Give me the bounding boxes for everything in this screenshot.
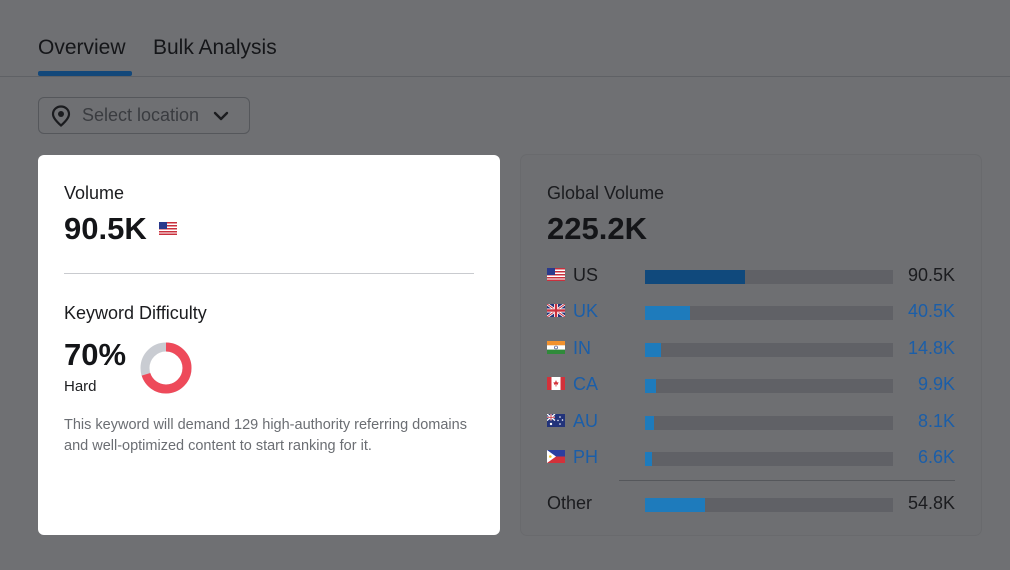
- tab-bulk-analysis[interactable]: Bulk Analysis: [153, 36, 277, 60]
- country-volume[interactable]: 9.9K: [918, 374, 955, 395]
- country-bar-fill: [645, 270, 745, 284]
- country-row-other: Other 54.8K: [547, 491, 957, 515]
- country-code[interactable]: IN: [573, 338, 591, 359]
- global-volume-label: Global Volume: [547, 183, 665, 203]
- other-bar-track: [645, 498, 893, 512]
- uk-flag-icon: [547, 304, 565, 318]
- country-code: US: [573, 265, 599, 285]
- country-row-au[interactable]: AU 8.1K: [547, 409, 957, 433]
- volume-value: 90.5K: [64, 211, 147, 246]
- tab-bar: Overview Bulk Analysis: [0, 0, 1010, 77]
- other-divider: [619, 480, 955, 481]
- country-volume[interactable]: 14.8K: [908, 338, 955, 359]
- volume-label: Volume: [64, 183, 125, 203]
- global-volume-card: Global Volume 225.2K US 90.5K UK 40.5K IN 14.…: [521, 155, 981, 535]
- other-bar-fill: [645, 498, 706, 512]
- keyword-difficulty-label: Keyword Difficulty: [64, 303, 207, 323]
- country-bar-track: [645, 306, 893, 321]
- country-bar-track: [645, 342, 893, 357]
- country-volume: 90.5K: [907, 265, 955, 285]
- country-row-in[interactable]: IN 14.8K: [547, 336, 957, 360]
- country-bar-fill: [645, 452, 653, 466]
- keyword-difficulty-value: 70%: [64, 337, 127, 372]
- select-location-dropdown[interactable]: Select location: [38, 97, 250, 134]
- volume-value-wrap: 90.5K: [64, 211, 178, 247]
- map-pin-icon: [51, 104, 71, 127]
- country-code[interactable]: CA: [573, 374, 598, 395]
- country-code[interactable]: UK: [573, 301, 598, 322]
- tab-overview[interactable]: Overview: [38, 36, 126, 60]
- active-tab-indicator: [38, 71, 132, 76]
- country-bar-fill: [645, 342, 662, 357]
- country-row-ph[interactable]: PH 6.6K: [547, 445, 957, 469]
- ca-flag-icon: [547, 377, 565, 391]
- country-bar-track: [645, 379, 893, 394]
- country-bar-track: [645, 415, 893, 430]
- keyword-difficulty-level: Hard: [64, 378, 97, 395]
- global-volume-value: 225.2K: [547, 211, 647, 246]
- country-code[interactable]: PH: [573, 447, 598, 468]
- keyword-description: This keyword will demand 129 high-author…: [64, 417, 467, 454]
- other-value: 54.8K: [907, 493, 955, 513]
- country-row-uk[interactable]: UK 40.5K: [547, 299, 957, 323]
- us-flag-icon: [547, 268, 565, 281]
- country-code[interactable]: AU: [573, 411, 598, 432]
- ph-flag-icon: [547, 450, 565, 463]
- select-location-label: Select location: [82, 105, 200, 125]
- country-bar-fill: [645, 415, 654, 430]
- volume-card: Volume 90.5K Keyword Difficulty 70% Hard…: [38, 155, 500, 535]
- country-row-ca[interactable]: CA 9.9K: [547, 372, 957, 396]
- in-flag-icon: [547, 340, 565, 354]
- country-row-us: US 90.5K: [547, 263, 957, 287]
- chevron-down-icon: [213, 111, 229, 120]
- country-volume[interactable]: 6.6K: [918, 447, 955, 468]
- country-bar-track: [645, 270, 893, 284]
- difficulty-donut-chart: [140, 342, 192, 394]
- card-divider: [64, 273, 474, 274]
- other-label: Other: [547, 493, 593, 513]
- country-volume[interactable]: 8.1K: [918, 411, 955, 432]
- country-bar-track: [645, 452, 893, 466]
- country-bar-fill: [645, 306, 690, 321]
- au-flag-icon: [547, 413, 565, 427]
- country-bar-fill: [645, 379, 656, 394]
- us-flag-icon: [159, 222, 178, 236]
- country-volume[interactable]: 40.5K: [908, 301, 955, 322]
